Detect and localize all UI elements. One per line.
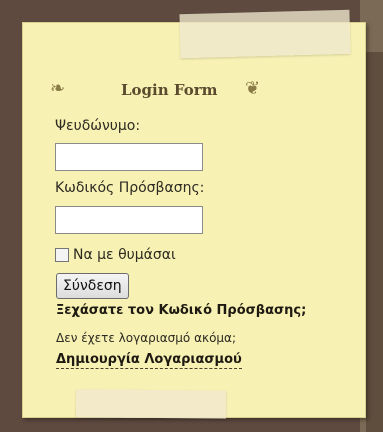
frame-edge-shadow (366, 52, 383, 432)
remember-me-row: Να με θυμάσαι (55, 247, 176, 263)
username-input[interactable] (55, 143, 203, 171)
remember-me-checkbox[interactable] (55, 248, 69, 262)
create-account-link[interactable]: Δημιουργία Λογαριασμού (56, 352, 242, 369)
tape-top (179, 9, 351, 59)
forgot-password-link[interactable]: Ξεχάσατε τον Κωδικό Πρόσβασης; (56, 303, 306, 318)
login-form-header: ❧ Login Form ❦ (30, 78, 330, 100)
password-label: Κωδικός Πρόσβασης: (55, 180, 205, 196)
ornament-left-icon: ❧ (50, 78, 66, 99)
login-form-title: Login Form (121, 81, 218, 99)
login-button[interactable]: Σύνδεση (56, 273, 129, 299)
remember-me-label[interactable]: Να με θυμάσαι (73, 247, 176, 263)
password-input[interactable] (55, 206, 203, 234)
ornament-right-icon: ❦ (245, 78, 261, 99)
username-label: Ψευδώνυμο: (55, 118, 141, 134)
no-account-text: Δεν έχετε λογαριασμό ακόμα; (56, 331, 236, 345)
tape-bottom (75, 389, 227, 419)
